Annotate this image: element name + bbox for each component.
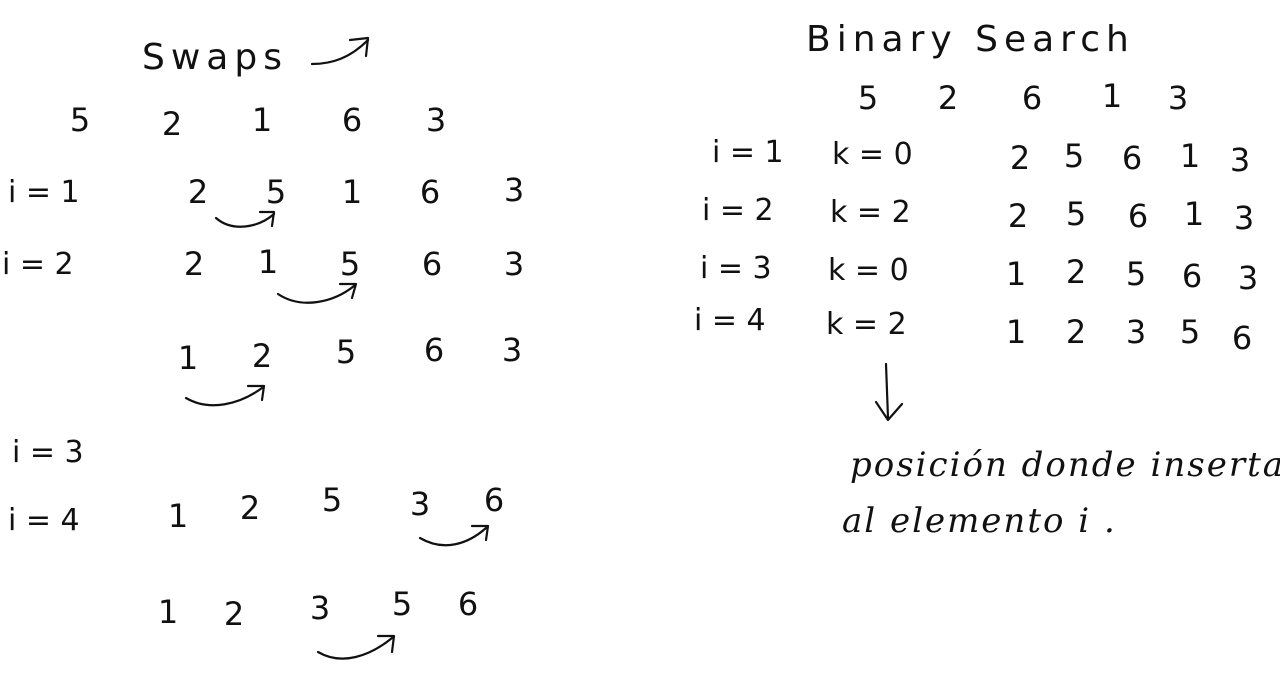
cell: 1 xyxy=(167,497,189,535)
bs-k-label: k = 2 xyxy=(826,307,907,342)
swaps-title-arrow-icon xyxy=(310,36,370,66)
cell: 2 xyxy=(937,79,959,117)
cell: 2 xyxy=(183,245,205,283)
cell: 3 xyxy=(503,245,525,283)
bs-k-label: k = 0 xyxy=(832,137,913,172)
cell: 2 xyxy=(1009,139,1031,177)
down-arrow-icon xyxy=(874,362,904,422)
cell: 5 xyxy=(857,79,879,117)
cell: 5 xyxy=(321,481,343,519)
swap-arrow-icon xyxy=(418,524,490,547)
cell: 1 xyxy=(257,243,279,281)
swap-arrow-icon xyxy=(214,210,276,228)
cell: 3 xyxy=(1237,259,1259,297)
cell: 2 xyxy=(239,489,261,527)
cell: 3 xyxy=(425,101,447,139)
cell: 3 xyxy=(1229,141,1251,179)
cell: 3 xyxy=(1167,79,1189,117)
bs-i-label: i = 4 xyxy=(694,303,766,338)
cell: 5 xyxy=(391,585,413,623)
cell: 2 xyxy=(1065,313,1087,351)
bs-i-label: i = 2 xyxy=(702,193,774,228)
cell: 1 xyxy=(341,173,363,211)
cell: 3 xyxy=(1233,199,1255,237)
cell: 6 xyxy=(1231,319,1253,357)
bs-i-label: i = 1 xyxy=(712,135,784,170)
cell: 5 xyxy=(339,245,361,283)
cell: 2 xyxy=(187,173,209,211)
swaps-title: Swaps xyxy=(142,37,288,78)
note-line-1: posición donde inserta xyxy=(850,445,1280,485)
cell: 1 xyxy=(1179,137,1201,175)
cell: 6 xyxy=(341,101,363,139)
cell: 2 xyxy=(223,595,245,633)
cell: 6 xyxy=(1121,139,1143,177)
cell: 1 xyxy=(1005,255,1027,293)
cell: 3 xyxy=(1125,313,1147,351)
swaps-iter-label-1: i = 1 xyxy=(8,175,80,210)
cell: 5 xyxy=(335,333,357,371)
cell: 1 xyxy=(1101,77,1123,115)
cell: 5 xyxy=(1179,313,1201,351)
swaps-iter-label-2: i = 2 xyxy=(2,247,74,282)
swaps-iter-label-4: i = 4 xyxy=(8,503,80,538)
cell: 1 xyxy=(157,593,179,631)
cell: 2 xyxy=(161,105,183,143)
binary-search-title: Binary Search xyxy=(806,19,1135,60)
cell: 1 xyxy=(177,339,199,377)
cell: 1 xyxy=(1183,195,1205,233)
bs-k-label: k = 2 xyxy=(830,195,911,230)
cell: 3 xyxy=(501,331,523,369)
cell: 2 xyxy=(251,337,273,375)
cell: 2 xyxy=(1065,253,1087,291)
cell: 1 xyxy=(251,101,273,139)
cell: 3 xyxy=(503,171,525,209)
cell: 6 xyxy=(1021,79,1043,117)
cell: 1 xyxy=(1005,313,1027,351)
cell: 6 xyxy=(423,331,445,369)
cell: 6 xyxy=(419,173,441,211)
cell: 6 xyxy=(457,585,479,623)
note-line-2: al elemento i . xyxy=(842,501,1117,541)
cell: 6 xyxy=(421,245,443,283)
cell: 5 xyxy=(1125,255,1147,293)
swaps-iter-label-3: i = 3 xyxy=(12,435,84,470)
cell: 5 xyxy=(1063,137,1085,175)
bs-k-label: k = 0 xyxy=(828,253,909,288)
cell: 5 xyxy=(69,101,91,139)
swap-arrow-icon xyxy=(316,634,396,660)
cell: 6 xyxy=(1127,197,1149,235)
cell: 5 xyxy=(265,173,287,211)
cell: 2 xyxy=(1007,197,1029,235)
cell: 6 xyxy=(483,481,505,519)
cell: 5 xyxy=(1065,195,1087,233)
cell: 3 xyxy=(409,485,431,523)
cell: 6 xyxy=(1181,257,1203,295)
bs-i-label: i = 3 xyxy=(700,251,772,286)
swap-arrow-icon xyxy=(184,384,266,407)
cell: 3 xyxy=(309,589,331,627)
swap-arrow-icon xyxy=(276,282,358,304)
